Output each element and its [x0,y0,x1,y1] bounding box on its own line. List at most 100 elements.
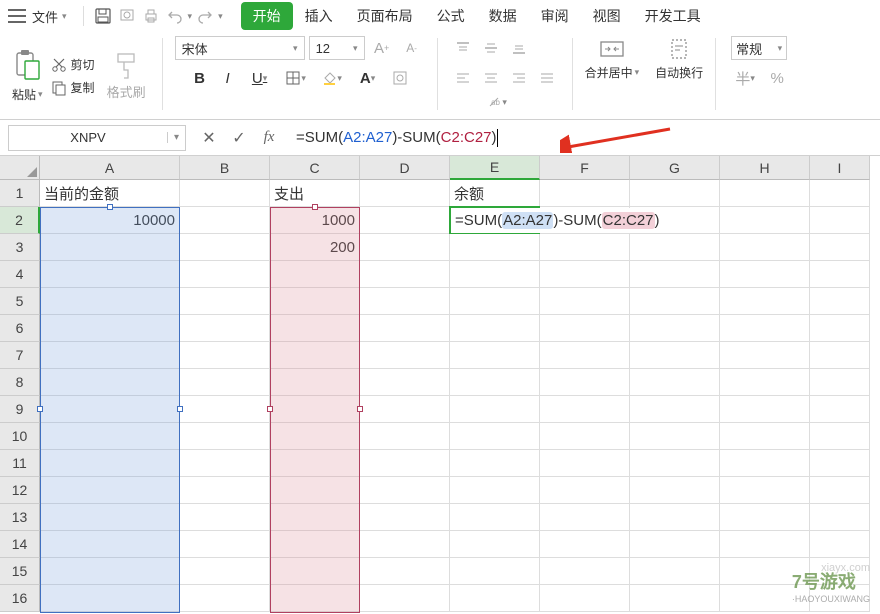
cell[interactable] [450,531,540,558]
row-header[interactable]: 10 [0,423,40,450]
number-format-select[interactable]: 常规 ▾ [731,36,787,60]
cell[interactable] [270,315,360,342]
cell[interactable] [450,369,540,396]
font-name-select[interactable]: 宋体 ▾ [175,36,305,60]
cell[interactable] [810,288,870,315]
cell[interactable] [40,585,180,612]
name-box[interactable]: XNPV ▾ [8,125,186,151]
cell[interactable] [40,369,180,396]
cell[interactable] [630,531,720,558]
cell[interactable] [360,531,450,558]
cell[interactable]: 10000 [40,207,180,234]
cell[interactable] [360,396,450,423]
cell[interactable] [360,342,450,369]
cell[interactable] [180,180,270,207]
range-handle[interactable] [107,204,113,210]
cell[interactable] [720,504,810,531]
justify-icon[interactable] [534,66,560,90]
cell[interactable]: 200 [270,234,360,261]
cell[interactable] [630,315,720,342]
cell[interactable] [270,369,360,396]
cell[interactable] [540,207,630,234]
cell[interactable] [360,234,450,261]
row-header[interactable]: 13 [0,504,40,531]
cell[interactable] [630,450,720,477]
app-menu-icon[interactable] [8,9,26,23]
cell[interactable] [180,261,270,288]
cell[interactable] [40,342,180,369]
cell[interactable] [630,342,720,369]
cell[interactable] [360,369,450,396]
cell[interactable] [450,504,540,531]
cell[interactable] [360,207,450,234]
cell[interactable] [630,504,720,531]
cell[interactable] [270,288,360,315]
cell[interactable]: 1000 [270,207,360,234]
cell[interactable] [810,450,870,477]
align-bottom-icon[interactable] [506,36,532,60]
cell[interactable] [810,315,870,342]
cell[interactable] [630,234,720,261]
row-header[interactable]: 4 [0,261,40,288]
underline-button[interactable]: U▾ [243,66,277,90]
cell[interactable] [720,585,810,612]
col-header[interactable]: F [540,156,630,180]
cell[interactable] [40,450,180,477]
fx-icon[interactable]: fx [258,127,280,149]
align-middle-icon[interactable] [478,36,504,60]
col-header[interactable]: B [180,156,270,180]
cell[interactable] [40,261,180,288]
tab-formula[interactable]: 公式 [425,2,477,30]
decrease-font-icon[interactable]: A- [399,36,425,60]
cell[interactable] [180,396,270,423]
cell[interactable] [630,207,720,234]
cell[interactable] [720,531,810,558]
tab-data[interactable]: 数据 [477,2,529,30]
col-header[interactable]: E [450,156,540,180]
chevron-down-icon[interactable]: ▾ [188,11,193,22]
cell[interactable] [450,261,540,288]
row-header[interactable]: 7 [0,342,40,369]
tab-view[interactable]: 视图 [581,2,633,30]
increase-font-icon[interactable]: A+ [369,36,395,60]
cell[interactable] [720,315,810,342]
cell[interactable] [450,423,540,450]
cell[interactable] [360,261,450,288]
paste-button[interactable]: 粘贴▾ [12,49,43,103]
cell[interactable] [40,315,180,342]
font-size-select[interactable]: 12 ▾ [309,36,365,60]
cell[interactable] [540,477,630,504]
wrap-text-button[interactable]: 自动换行 [649,36,709,81]
cell[interactable] [360,504,450,531]
cell[interactable]: 支出 [270,180,360,207]
merge-center-button[interactable]: 合并居中▾ [579,36,646,81]
cell[interactable] [540,558,630,585]
cell[interactable] [270,342,360,369]
cell[interactable] [810,531,870,558]
cell[interactable] [270,531,360,558]
cell[interactable] [630,261,720,288]
formula-input[interactable]: =SUM(A2:A27)-SUM(C2:C27) [292,125,872,151]
cancel-formula-icon[interactable]: ✕ [198,127,220,149]
cell[interactable] [720,396,810,423]
cell[interactable] [720,450,810,477]
cell[interactable] [540,585,630,612]
redo-icon[interactable] [194,5,216,27]
cell[interactable] [40,531,180,558]
cell[interactable] [630,423,720,450]
row-header[interactable]: 8 [0,369,40,396]
format-painter-button[interactable]: 格式刷 [103,48,150,105]
cell[interactable] [810,369,870,396]
cell[interactable]: 余额 [450,180,540,207]
fill-color-button[interactable]: ▾ [315,66,349,90]
row-header[interactable]: 15 [0,558,40,585]
cell[interactable] [720,261,810,288]
cell[interactable] [180,342,270,369]
cell[interactable] [630,396,720,423]
bold-button[interactable]: B [187,66,213,90]
row-header[interactable]: 5 [0,288,40,315]
cell[interactable] [180,423,270,450]
cell[interactable] [720,234,810,261]
cell[interactable] [360,450,450,477]
cell[interactable] [540,342,630,369]
